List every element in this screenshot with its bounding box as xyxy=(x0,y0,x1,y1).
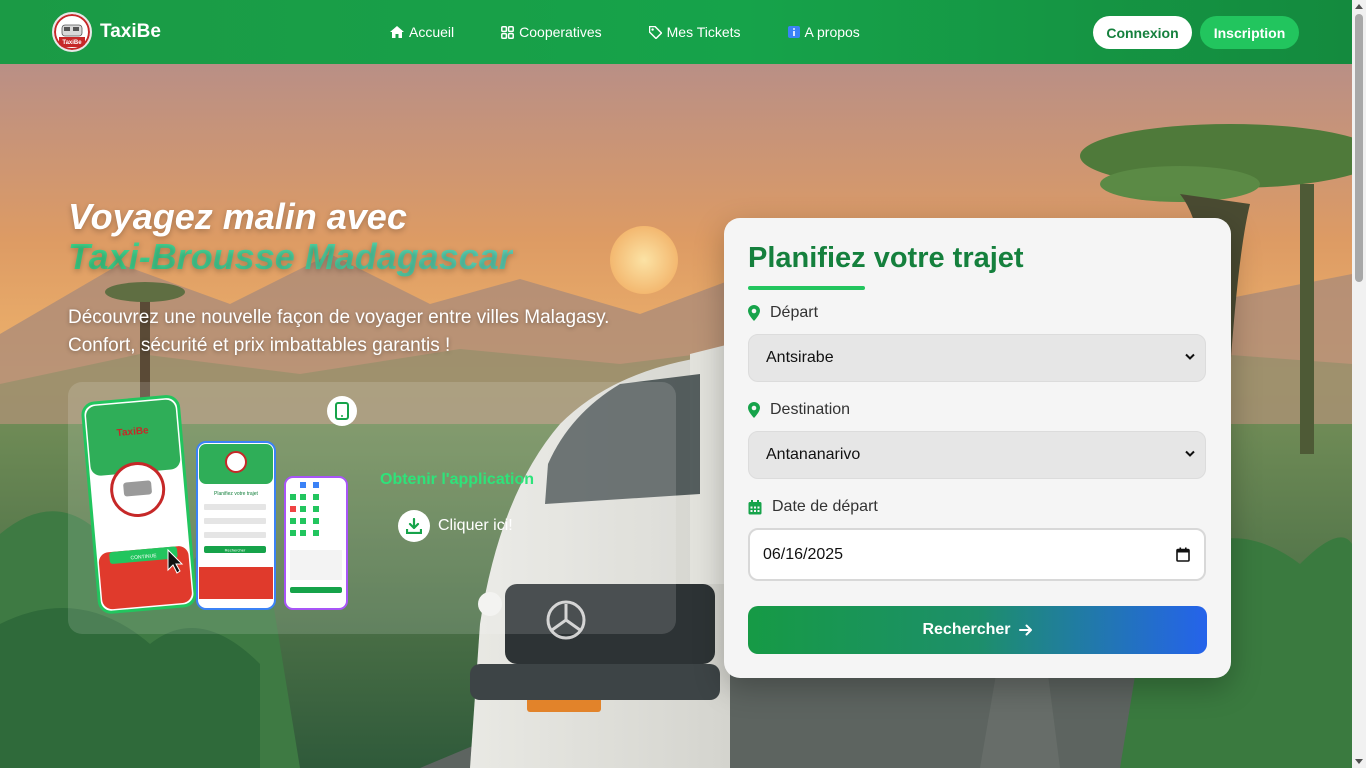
info-icon xyxy=(787,26,800,38)
date-value: 06/16/2025 xyxy=(763,545,844,563)
nav-item-accueil[interactable]: Accueil xyxy=(390,24,454,40)
brand-logo: TaxiBe xyxy=(52,12,92,52)
calendar-icon xyxy=(748,499,762,514)
hero-headline-line1: Voyagez malin avec xyxy=(68,196,407,237)
hero-headline-line2: Taxi-Brousse Madagascar xyxy=(68,236,513,277)
nav-item-label: Cooperatives xyxy=(519,24,602,40)
destination-label-text: Destination xyxy=(770,401,851,418)
brand-name: TaxiBe xyxy=(100,21,161,42)
phone-badge-icon xyxy=(327,396,357,426)
nav-item-label: A propos xyxy=(804,24,860,40)
departure-value: Antsirabe xyxy=(766,349,834,366)
date-label: Date de départ xyxy=(748,498,878,516)
nav-item-label: Mes Tickets xyxy=(666,24,741,40)
departure-select[interactable]: Antsirabe xyxy=(748,334,1206,382)
grid-icon xyxy=(501,25,515,39)
page-scrollbar[interactable] xyxy=(1352,0,1366,768)
phone-form-title-text: Planifiez votre trajet xyxy=(214,491,259,497)
scroll-down-arrow-icon[interactable] xyxy=(1355,759,1363,764)
hero-subtitle: Découvrez une nouvelle façon de voyager … xyxy=(68,307,610,356)
departure-label: Départ xyxy=(748,304,818,322)
mobile-phone-icon xyxy=(335,402,349,420)
map-pin-icon xyxy=(748,402,760,418)
chevron-down-icon xyxy=(1185,353,1195,360)
home-icon xyxy=(390,26,404,38)
login-button[interactable]: Connexion xyxy=(1093,16,1192,49)
search-button[interactable]: Rechercher xyxy=(748,606,1207,654)
title-underline xyxy=(748,286,865,290)
nav-item-a-propos[interactable]: A propos xyxy=(787,24,860,40)
trip-planner-form: Planifiez votre trajet Départ Antsirabe … xyxy=(724,218,1231,678)
chevron-down-icon xyxy=(1185,450,1195,457)
logo-text: TaxiBe xyxy=(62,40,82,46)
nav-item-cooperatives[interactable]: Cooperatives xyxy=(501,24,602,40)
destination-value: Antananarivo xyxy=(766,446,861,463)
nav-links: Accueil Cooperatives Mes Tickets A propo… xyxy=(390,0,907,64)
phone-form-button-text: Rechercher xyxy=(225,548,246,553)
hero-headline: Voyagez malin avec Taxi-Brousse Madagasc… xyxy=(68,197,513,277)
departure-label-text: Départ xyxy=(770,304,819,321)
ticket-icon xyxy=(648,25,662,39)
get-app-label: Obtenir l'application xyxy=(380,471,535,488)
signup-button[interactable]: Inscription xyxy=(1200,16,1299,49)
date-input[interactable]: 06/16/2025 xyxy=(748,528,1206,581)
form-title: Planifiez votre trajet xyxy=(748,242,1024,274)
destination-select[interactable]: Antananarivo xyxy=(748,431,1206,479)
phone-mockups-image: TaxiBe CONTINUE Planifiez votre trajet R… xyxy=(81,395,348,614)
app-promo-card: TaxiBe CONTINUE Planifiez votre trajet R… xyxy=(68,382,676,634)
search-button-label: Rechercher xyxy=(922,621,1011,638)
scroll-up-arrow-icon[interactable] xyxy=(1355,4,1363,9)
date-label-text: Date de départ xyxy=(772,498,878,515)
taxi-logo-icon: TaxiBe xyxy=(54,14,90,50)
arrow-right-icon xyxy=(1018,624,1032,636)
download-app-label: Cliquer ici! xyxy=(438,517,513,534)
scrollbar-thumb[interactable] xyxy=(1355,14,1363,282)
top-navbar: TaxiBe TaxiBe Accueil Cooperatives Mes T… xyxy=(0,0,1352,64)
nav-item-mes-tickets[interactable]: Mes Tickets xyxy=(648,24,741,40)
destination-label: Destination xyxy=(748,401,850,419)
calendar-picker-icon[interactable] xyxy=(1176,547,1190,562)
download-app-link[interactable]: Cliquer ici! xyxy=(398,510,513,542)
download-icon xyxy=(398,510,430,542)
map-pin-icon xyxy=(748,305,760,321)
brand[interactable]: TaxiBe TaxiBe xyxy=(52,12,161,52)
nav-item-label: Accueil xyxy=(409,24,455,40)
